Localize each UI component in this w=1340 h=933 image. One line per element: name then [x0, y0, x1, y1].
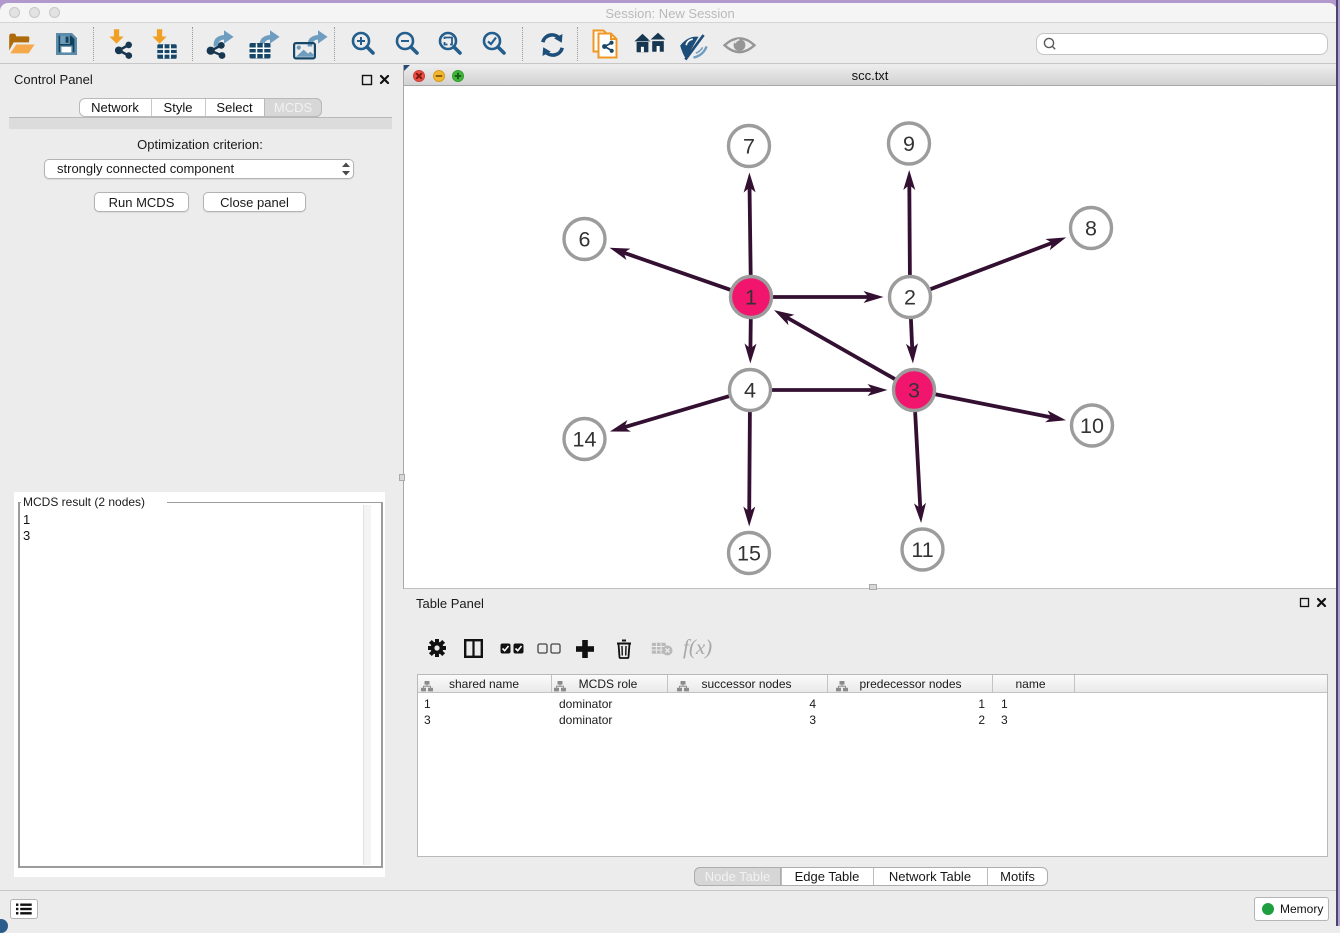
svg-text:9: 9 — [903, 132, 915, 156]
svg-text:7: 7 — [743, 135, 755, 159]
svg-text:6: 6 — [579, 228, 591, 252]
svg-text:3: 3 — [908, 379, 920, 403]
svg-text:15: 15 — [737, 542, 761, 566]
svg-text:2: 2 — [904, 286, 916, 310]
svg-text:1: 1 — [745, 286, 757, 310]
svg-text:4: 4 — [744, 379, 756, 403]
svg-text:11: 11 — [911, 538, 933, 562]
svg-text:14: 14 — [573, 428, 597, 452]
svg-text:8: 8 — [1085, 217, 1097, 241]
svg-text:10: 10 — [1080, 414, 1104, 438]
